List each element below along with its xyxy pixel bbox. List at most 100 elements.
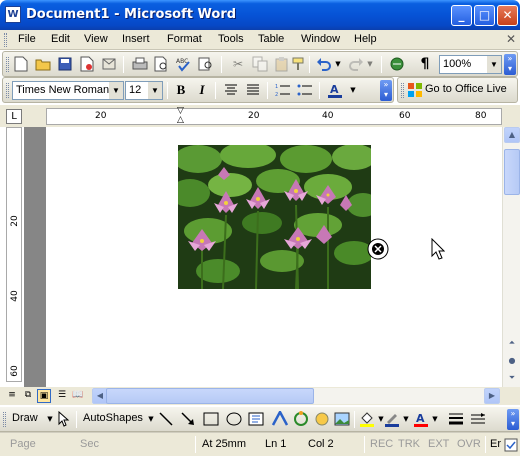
chevron-down-icon[interactable]: ▼ [427,411,443,427]
status-trk[interactable]: TRK [398,438,420,450]
select-browse-object-icon[interactable]: ● [504,353,520,369]
ruler-label: 40 [322,111,334,121]
chevron-down-icon[interactable]: ▼ [109,82,123,99]
toolbar-grip[interactable] [6,57,9,72]
select-objects-icon[interactable] [56,411,72,427]
chevron-down-icon[interactable]: ▼ [148,82,162,99]
bold-button[interactable]: B [173,82,189,98]
next-page-icon[interactable]: ⏷ [504,370,520,386]
oval-icon[interactable] [226,411,242,427]
horizontal-scrollbar[interactable]: ◀ ▶ [92,388,500,404]
zoom-combo[interactable]: 100% ▼ [439,55,502,74]
spelling-icon[interactable]: ABC [176,56,192,72]
menu-window[interactable]: Window [301,33,340,45]
spelling-status-icon[interactable] [503,437,519,453]
horizontal-scroll-thumb[interactable] [106,388,314,404]
toolbar-grip[interactable] [401,83,404,98]
menu-help[interactable]: Help [354,33,377,45]
permission-icon[interactable] [79,56,95,72]
status-ovr[interactable]: OVR [457,438,481,450]
toolbar-options-icon[interactable]: » ▾ [504,54,516,75]
chevron-down-icon[interactable]: ▼ [487,56,501,73]
arrow-style-icon[interactable] [470,411,486,427]
menu-file[interactable]: File [18,33,36,45]
copy-icon[interactable] [252,56,268,72]
align-center-icon[interactable] [223,82,239,98]
align-justify-icon[interactable] [245,82,261,98]
font-size-combo[interactable]: 12 ▼ [125,81,163,100]
line-icon[interactable] [158,411,174,427]
office-live-link[interactable]: Go to Office Live [425,83,507,95]
show-hide-icon[interactable]: ¶ [417,56,433,72]
vertical-ruler[interactable]: 20 40 60 [6,127,22,382]
chevron-down-icon[interactable]: ▼ [143,411,159,427]
email-icon[interactable] [101,56,117,72]
line-style-icon[interactable] [448,411,464,427]
status-rec[interactable]: REC [370,438,393,450]
print-layout-view-icon[interactable]: ▣ [37,389,51,403]
word-app-icon[interactable]: W [5,6,21,23]
diagram-icon[interactable] [293,411,309,427]
clip-art-icon[interactable] [314,411,330,427]
menu-format[interactable]: Format [167,33,202,45]
menu-tools[interactable]: Tools [218,33,244,45]
cut-icon[interactable]: ✂ [230,56,246,72]
status-ext[interactable]: EXT [428,438,449,450]
normal-view-icon[interactable]: ≡ [5,389,19,403]
rotate-handle-icon[interactable] [366,237,390,261]
font-name-combo[interactable]: Times New Roman ▼ [12,81,124,100]
horizontal-ruler[interactable]: 20 20 40 60 80 ▽ △ [46,107,502,127]
office-live-icon[interactable] [407,82,423,98]
text-box-icon[interactable] [248,411,264,427]
print-preview-icon[interactable] [154,56,170,72]
numbering-icon[interactable]: 12 [275,82,291,98]
bullets-icon[interactable] [297,82,313,98]
scroll-up-icon[interactable]: ▲ [504,127,520,143]
chevron-down-icon[interactable]: ▼ [398,411,414,427]
menu-edit[interactable]: Edit [51,33,70,45]
autoshapes-menu[interactable]: AutoShapes [83,412,143,424]
toolbar-options-icon[interactable]: » ▾ [380,80,392,101]
toolbar-options-icon[interactable]: » ▾ [507,409,519,430]
save-icon[interactable] [57,56,73,72]
web-layout-view-icon[interactable]: ⧉ [21,389,35,403]
ink-icon[interactable] [389,56,405,72]
maximize-button[interactable]: □ [474,5,495,26]
scroll-right-icon[interactable]: ▶ [484,388,500,404]
open-icon[interactable] [35,56,51,72]
tab-selector[interactable]: L [6,109,22,124]
rectangle-icon[interactable] [203,411,219,427]
menu-grip[interactable] [4,33,7,47]
menu-view[interactable]: View [84,33,108,45]
research-icon[interactable] [198,56,214,72]
minimize-button[interactable]: _ [451,5,472,26]
draw-menu[interactable]: Draw [12,412,38,424]
water-lily-picture[interactable] [178,145,371,289]
previous-page-icon[interactable]: ⏶ [504,335,520,351]
font-color-icon[interactable]: A [327,82,343,98]
vertical-scroll-thumb[interactable] [504,149,520,195]
print-icon[interactable] [132,56,148,72]
undo-dropdown-icon[interactable]: ▼ [330,56,346,72]
separator [309,56,310,73]
menu-close-icon[interactable]: ✕ [506,32,516,46]
insert-picture-icon[interactable] [334,411,350,427]
paste-icon[interactable] [274,56,290,72]
wordart-icon[interactable] [272,411,288,427]
outline-view-icon[interactable]: ☰ [55,389,69,403]
indent-marker-icon[interactable]: ▽ △ [176,107,185,127]
italic-button[interactable]: I [194,82,210,98]
vertical-scrollbar[interactable]: ▲ ⏶ ● ⏷ [502,127,520,387]
arrow-icon[interactable] [180,411,196,427]
format-painter-icon[interactable] [290,56,306,72]
toolbar-grip[interactable] [3,412,6,427]
redo-dropdown-icon[interactable]: ▼ [362,56,378,72]
close-button[interactable]: ✕ [497,5,518,26]
chevron-down-icon[interactable]: ▼ [345,82,361,98]
new-icon[interactable] [13,56,29,72]
reading-layout-view-icon[interactable]: 📖 [71,389,85,403]
ruler-label: 20 [95,111,107,121]
toolbar-grip[interactable] [6,83,9,98]
menu-table[interactable]: Table [258,33,284,45]
menu-insert[interactable]: Insert [122,33,150,45]
